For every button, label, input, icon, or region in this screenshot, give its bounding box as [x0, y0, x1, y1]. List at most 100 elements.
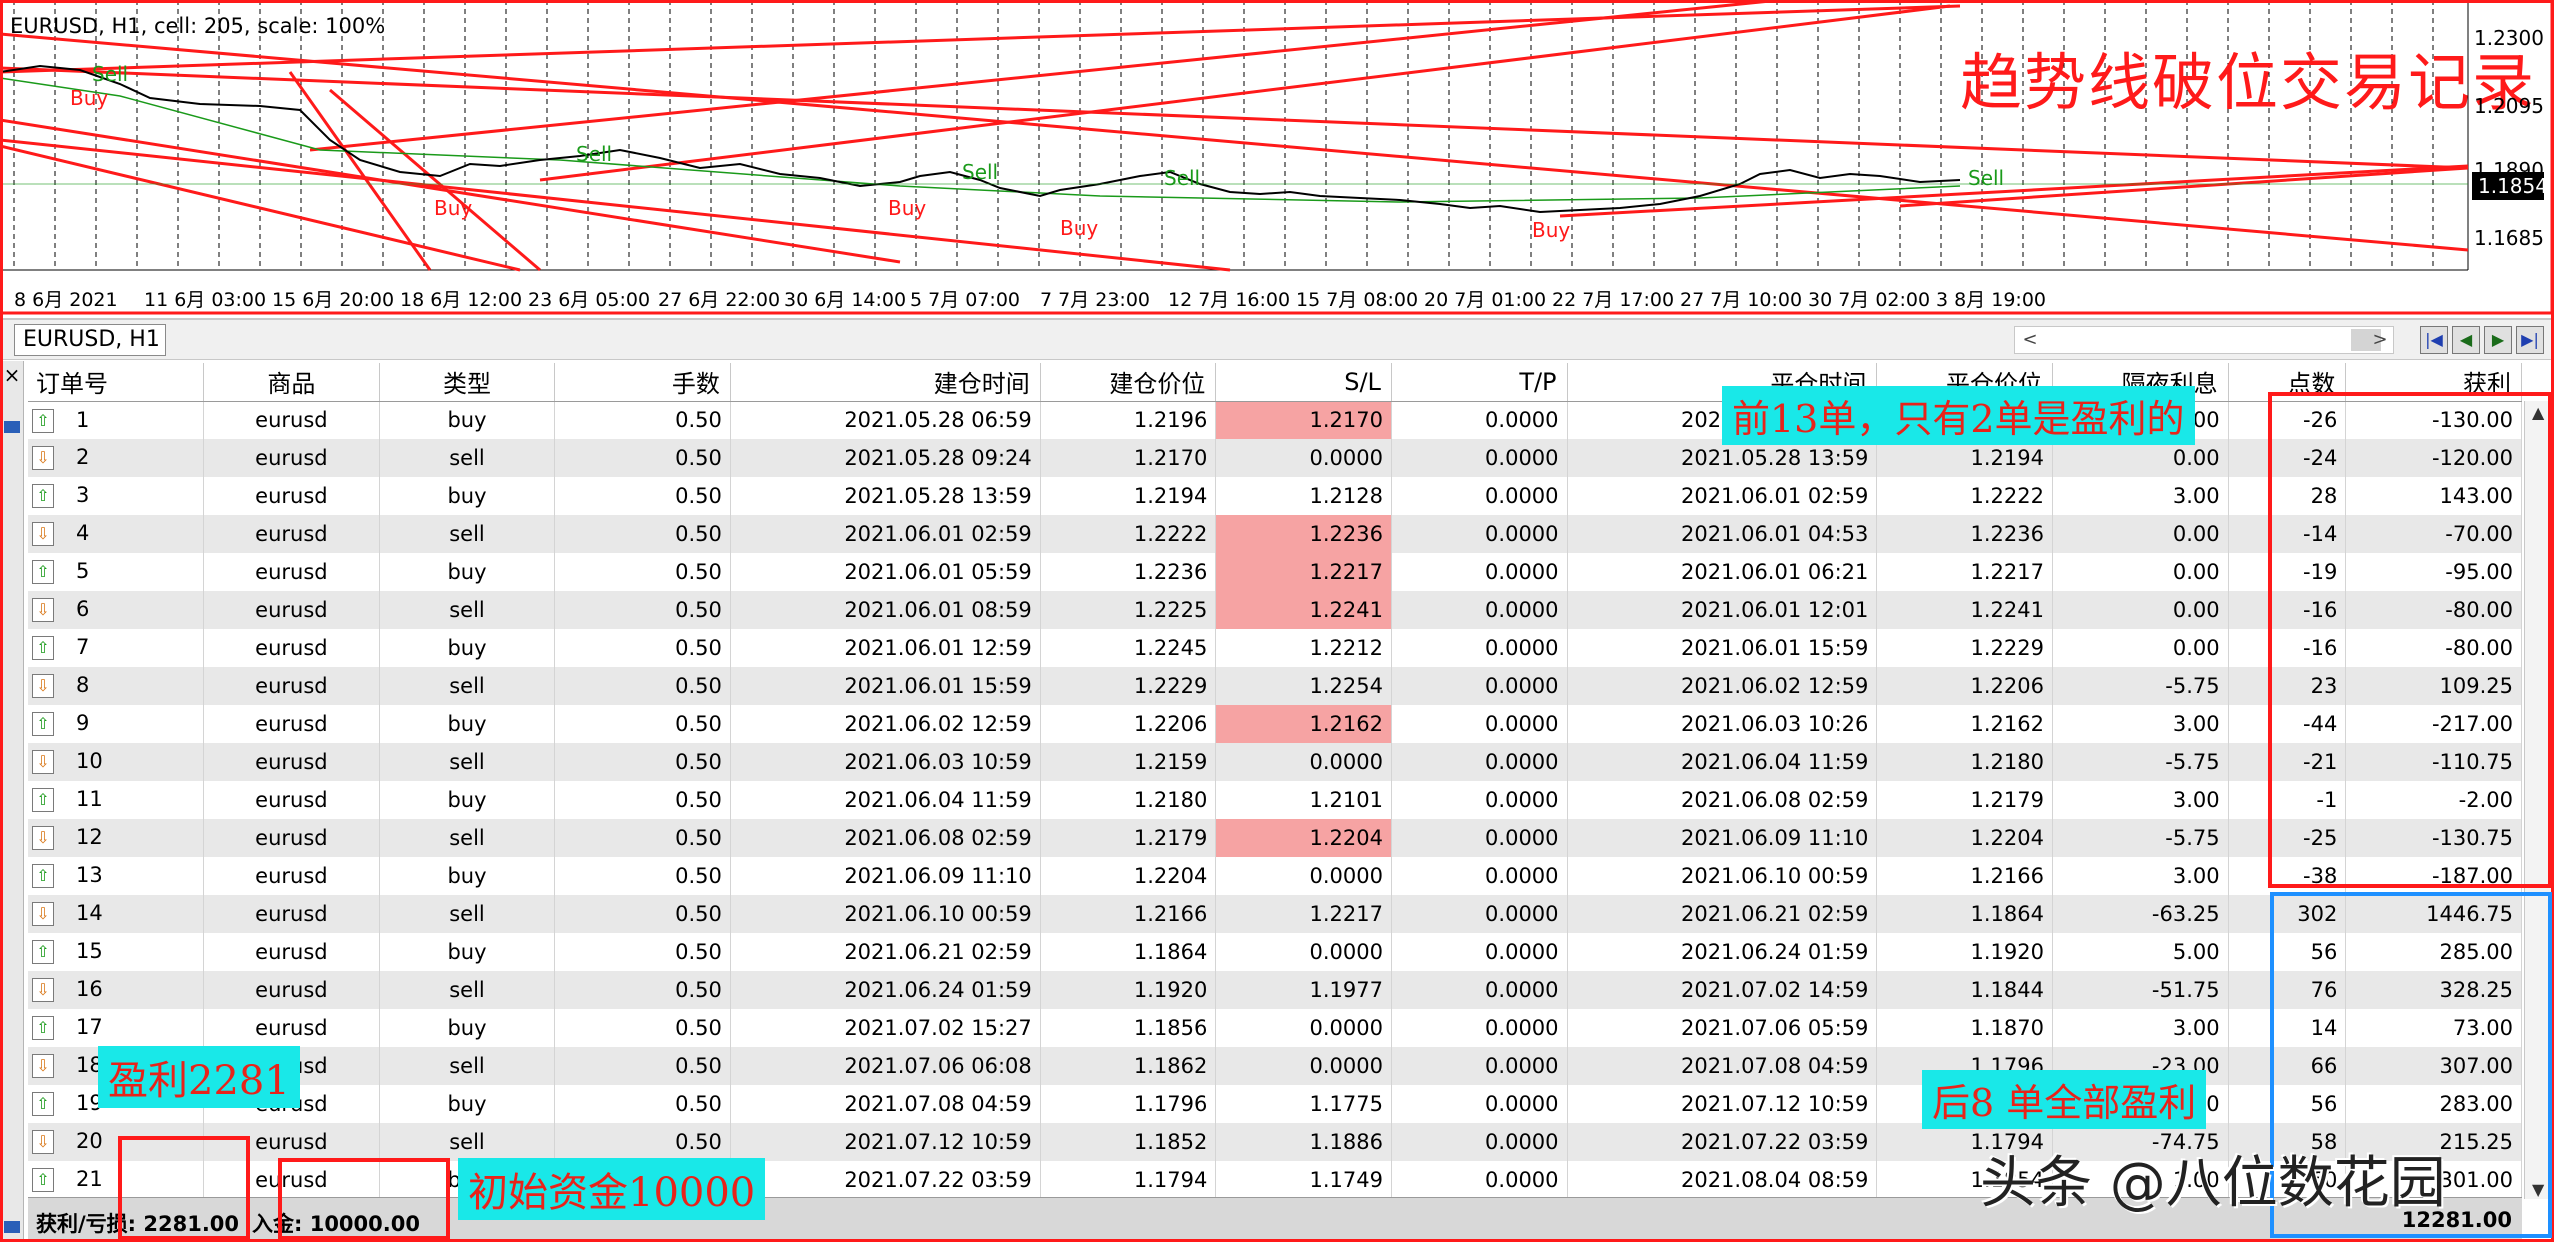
table-row[interactable]: ⇧ 15 eurusd buy 0.50 2021.06.21 02:59 1.1864 0.…	[28, 933, 2522, 971]
ticket-number: 3	[76, 483, 90, 507]
cell-lots: 0.50	[554, 971, 731, 1009]
table-row[interactable]: ⇧ 17 eurusd buy 0.50 2021.07.02 15:27 1.1856 0.…	[28, 1009, 2522, 1047]
cell-type: sell	[379, 667, 556, 705]
ticket-number: 4	[76, 521, 90, 545]
cell-symbol: eurusd	[203, 1161, 380, 1199]
scroll-down-icon[interactable]: ▼	[2532, 1180, 2544, 1199]
cell-swap: 3.00	[2052, 781, 2229, 819]
cell-symbol: eurusd	[203, 895, 380, 933]
symbol-tab[interactable]: EURUSD, H1	[14, 324, 166, 356]
col-header-points[interactable]: 点数	[2228, 363, 2347, 402]
cell-tp: 0.0000	[1391, 401, 1568, 439]
table-row[interactable]: ⇧ 3 eurusd buy 0.50 2021.05.28 13:59 1.2194 1.2…	[28, 477, 2522, 515]
cell-open-price: 1.1794	[1040, 1161, 1217, 1199]
cell-open-price: 1.1920	[1040, 971, 1217, 1009]
note-capital: 初始资金10000	[458, 1158, 766, 1220]
cell-close-time: 2021.06.03 10:26	[1567, 705, 1878, 743]
cell-type: sell	[379, 819, 556, 857]
col-header-profit[interactable]: 获利	[2345, 363, 2522, 402]
cell-points: -16	[2228, 629, 2347, 667]
cell-tp: 0.0000	[1391, 819, 1568, 857]
cell-close-price: 1.2229	[1876, 629, 2053, 667]
trendline	[329, 88, 541, 272]
col-header-ticket[interactable]: 订单号	[28, 363, 205, 402]
table-row[interactable]: ⇩ 12 eurusd sell 0.50 2021.06.08 02:59 1.2179 1…	[28, 819, 2522, 857]
time-tick: 12 7月 16:00	[1168, 289, 1291, 311]
cell-symbol: eurusd	[203, 819, 380, 857]
cell-tp: 0.0000	[1391, 1085, 1568, 1123]
cell-open-time: 2021.06.21 02:59	[730, 933, 1041, 971]
cell-type: sell	[379, 439, 556, 477]
cell-open-time: 2021.06.09 11:10	[730, 857, 1041, 895]
col-header-type[interactable]: 类型	[379, 363, 556, 402]
cell-sl: 1.2217	[1215, 895, 1392, 933]
cell-lots: 0.50	[554, 515, 731, 553]
table-row[interactable]: ⇩ 6 eurusd sell 0.50 2021.06.01 08:59 1.2225 1.…	[28, 591, 2522, 629]
cell-points: 56	[2228, 1085, 2347, 1123]
ticket-number: 8	[76, 673, 90, 697]
side-tab-icon[interactable]	[4, 421, 20, 433]
cell-ticket: ⇩ 8	[28, 667, 205, 705]
side-tab-icon[interactable]	[4, 1221, 20, 1233]
cell-points: -14	[2228, 515, 2347, 553]
ticket-number: 21	[76, 1167, 103, 1191]
cell-swap: -5.75	[2052, 819, 2229, 857]
cell-sl: 1.1775	[1215, 1085, 1392, 1123]
sell-signal: Sell	[92, 62, 129, 86]
col-header-symbol[interactable]: 商品	[203, 363, 380, 402]
table-row[interactable]: ⇩ 16 eurusd sell 0.50 2021.06.24 01:59 1.1920 1…	[28, 971, 2522, 1009]
cell-points: -21	[2228, 743, 2347, 781]
cell-close-price: 1.1870	[1876, 1009, 2053, 1047]
sell-order-icon: ⇩	[32, 978, 54, 1002]
cell-lots: 0.50	[554, 1123, 731, 1161]
cell-ticket: ⇩ 16	[28, 971, 205, 1009]
col-header-lots[interactable]: 手数	[554, 363, 731, 402]
scroll-left-icon[interactable]: <	[2017, 327, 2043, 353]
col-header-open-price[interactable]: 建仓价位	[1040, 363, 1217, 402]
trendline	[0, 118, 901, 264]
table-row[interactable]: ⇩ 8 eurusd sell 0.50 2021.06.01 15:59 1.2229 1.…	[28, 667, 2522, 705]
nav-first-icon[interactable]: |◀	[2420, 326, 2448, 354]
table-row[interactable]: ⇧ 11 eurusd buy 0.50 2021.06.04 11:59 1.2180 1.…	[28, 781, 2522, 819]
price-chart[interactable]: EURUSD, H1, cell: 205, scale: 100% 趋势线破位…	[0, 0, 2554, 315]
cell-sl: 1.2236	[1215, 515, 1392, 553]
trendline	[1559, 164, 2469, 218]
nav-next-icon[interactable]: ▶	[2484, 326, 2512, 354]
table-row[interactable]: ⇧ 13 eurusd buy 0.50 2021.06.09 11:10 1.2204 0.…	[28, 857, 2522, 895]
buy-order-icon: ⇧	[32, 940, 54, 964]
col-header-tp[interactable]: T/P	[1391, 363, 1568, 402]
col-header-sl[interactable]: S/L	[1215, 363, 1392, 402]
cell-open-price: 1.2204	[1040, 857, 1217, 895]
cell-swap: 0.00	[2052, 515, 2229, 553]
nav-last-icon[interactable]: ▶|	[2516, 326, 2544, 354]
table-vscroll[interactable]: ▲ ▼	[2524, 401, 2554, 1199]
cell-open-time: 2021.07.06 06:08	[730, 1047, 1041, 1085]
trendline	[309, 0, 1781, 152]
cell-lots: 0.50	[554, 629, 731, 667]
table-row[interactable]: ⇧ 7 eurusd buy 0.50 2021.06.01 12:59 1.2245 1.2…	[28, 629, 2522, 667]
scroll-up-icon[interactable]: ▲	[2532, 403, 2544, 422]
scroll-right-icon[interactable]: >	[2367, 327, 2393, 353]
cell-symbol: eurusd	[203, 933, 380, 971]
cell-open-time: 2021.06.04 11:59	[730, 781, 1041, 819]
cell-sl: 0.0000	[1215, 933, 1392, 971]
cell-open-price: 1.2222	[1040, 515, 1217, 553]
buy-signal: Buy	[1060, 216, 1099, 240]
nav-prev-icon[interactable]: ◀	[2452, 326, 2480, 354]
close-icon[interactable]: ×	[2, 365, 22, 385]
chart-hscroll[interactable]: < >	[2014, 326, 2394, 354]
cell-lots: 0.50	[554, 667, 731, 705]
table-row[interactable]: ⇧ 5 eurusd buy 0.50 2021.06.01 05:59 1.2236 1.2…	[28, 553, 2522, 591]
cell-tp: 0.0000	[1391, 591, 1568, 629]
time-tick: 7 7月 23:00	[1040, 289, 1151, 311]
table-row[interactable]: ⇧ 9 eurusd buy 0.50 2021.06.02 12:59 1.2206 1.2…	[28, 705, 2522, 743]
table-row[interactable]: ⇩ 14 eurusd sell 0.50 2021.06.10 00:59 1.2166 1…	[28, 895, 2522, 933]
cell-tp: 0.0000	[1391, 1123, 1568, 1161]
cell-open-price: 1.2166	[1040, 895, 1217, 933]
col-header-open-time[interactable]: 建仓时间	[730, 363, 1041, 402]
cell-profit: -80.00	[2345, 629, 2522, 667]
table-row[interactable]: ⇩ 10 eurusd sell 0.50 2021.06.03 10:59 1.2159 0…	[28, 743, 2522, 781]
table-row[interactable]: ⇩ 4 eurusd sell 0.50 2021.06.01 02:59 1.2222 1.…	[28, 515, 2522, 553]
cell-open-price: 1.2229	[1040, 667, 1217, 705]
cell-ticket: ⇩ 12	[28, 819, 205, 857]
